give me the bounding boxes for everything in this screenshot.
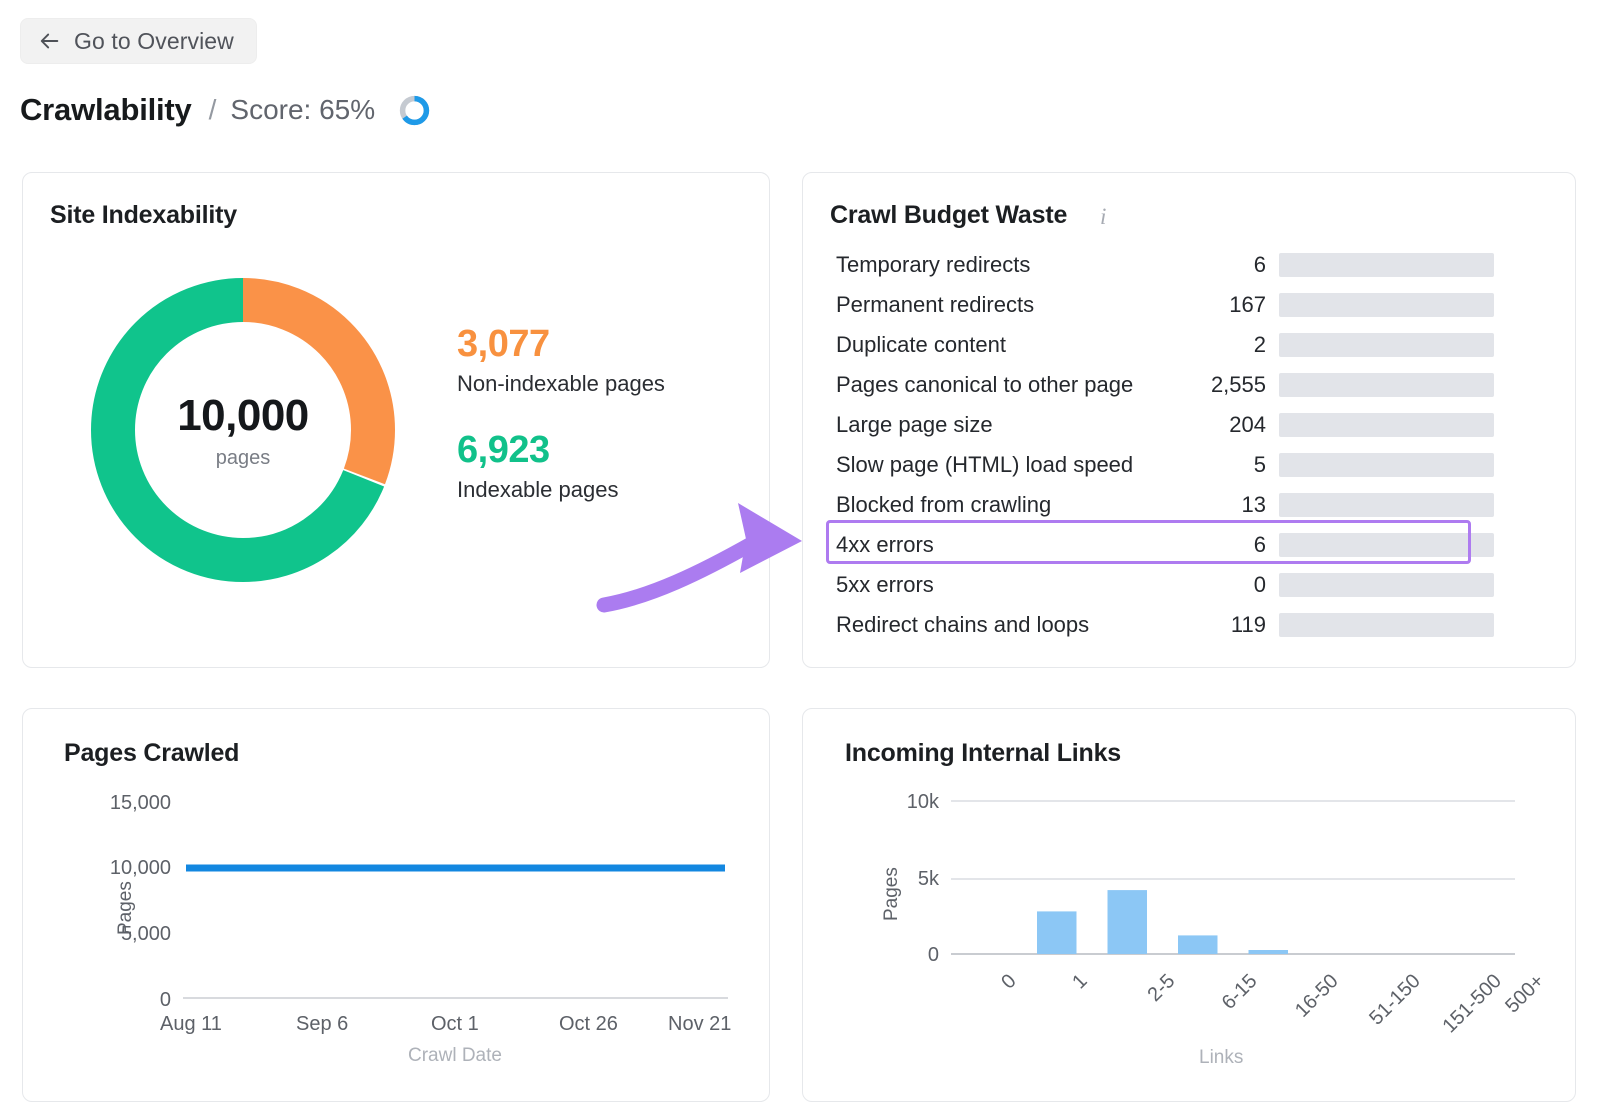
waste-row-name: Large page size (836, 412, 993, 437)
waste-row-bar-track (1279, 493, 1494, 517)
ytick-0: 0 (927, 944, 939, 966)
waste-row-value: 167 (1229, 292, 1266, 317)
waste-row-name: 5xx errors (836, 572, 934, 597)
waste-row-name: Temporary redirects (836, 252, 1031, 277)
crawl-budget-waste-card: Crawl Budget Waste i Temporary redirects… (802, 172, 1576, 668)
waste-row-value: 6 (1253, 532, 1266, 557)
crawl-budget-waste-title: Crawl Budget Waste (830, 201, 1068, 229)
non-indexable-label: Non-indexable pages (457, 370, 665, 396)
links-xlabel: Links (1199, 1047, 1244, 1068)
xtick-aug-11: Aug 11 (160, 1013, 222, 1035)
ytick-5000: 5,000 (120, 923, 171, 945)
waste-row-name: Slow page (HTML) load speed (836, 452, 1134, 477)
waste-row-value: 204 (1229, 412, 1266, 437)
arrow-left-icon (39, 30, 61, 52)
waste-row-bar-track (1279, 293, 1494, 317)
non-indexable-value: 3,077 (457, 323, 550, 365)
waste-row[interactable]: Duplicate content 2 (836, 325, 1546, 365)
waste-row[interactable]: Pages canonical to other page 2,555 (836, 365, 1546, 405)
indexability-legend: 3,077 Non-indexable pages 6,923 Indexabl… (457, 323, 665, 503)
waste-row[interactable]: Slow page (HTML) load speed 5 (836, 445, 1546, 485)
waste-row-bar-track (1279, 533, 1494, 557)
waste-row-value: 2 (1253, 332, 1266, 357)
waste-row-value: 13 (1241, 492, 1266, 517)
crawl-budget-waste-list: Temporary redirects 6 Permanent redirects 1… (836, 245, 1546, 645)
indexable-value: 6,923 (457, 428, 550, 471)
waste-row-bar-track (1279, 413, 1494, 437)
ytick-10k: 10k (906, 791, 939, 813)
waste-row-value: 0 (1253, 572, 1266, 597)
pages-crawled-xlabel: Crawl Date (408, 1045, 502, 1066)
waste-row[interactable]: Redirect chains and loops 119 (836, 605, 1546, 645)
score-ring-icon (398, 94, 431, 127)
xtick-nov-21: Nov 21 (668, 1013, 732, 1035)
waste-row-bar-track (1279, 613, 1494, 637)
crawlability-page: Go to Overview Crawlability / Score: 65%… (0, 0, 1600, 1102)
page-title: Crawlability (20, 92, 192, 127)
xtick-oct-1: Oct 1 (431, 1013, 479, 1035)
title-separator: / (208, 94, 217, 125)
indexability-donut-chart[interactable]: 10,000 pages (78, 265, 408, 595)
go-to-overview-label: Go to Overview (74, 27, 234, 54)
links-bar[interactable] (1037, 911, 1077, 954)
incoming-internal-links-card: Incoming Internal Links Pages 10k 5k 0 0… (802, 708, 1576, 1102)
score-text: Score: 65% (230, 94, 376, 125)
waste-row[interactable]: Blocked from crawling 13 (836, 485, 1546, 525)
pages-crawled-plot[interactable]: Pages 15,000 10,000 5,000 0 Aug 11 Sep 6… (23, 709, 771, 1102)
donut-svg (91, 278, 395, 582)
links-bar[interactable] (1248, 950, 1289, 954)
waste-row-name: Blocked from crawling (836, 492, 1052, 517)
waste-row-value: 2,555 (1210, 372, 1266, 397)
waste-row-value: 6 (1253, 252, 1266, 277)
waste-row-bar-track (1279, 253, 1494, 277)
legend-item-non-indexable: 3,077 Non-indexable pages (457, 323, 665, 397)
links-bar[interactable] (1107, 890, 1148, 954)
info-icon[interactable]: i (1100, 205, 1106, 228)
waste-row-bar-track (1279, 373, 1494, 397)
go-to-overview-button[interactable]: Go to Overview (20, 18, 257, 64)
links-bar[interactable] (1178, 935, 1218, 954)
waste-row-name: 4xx errors (836, 532, 934, 557)
page-title-row: Crawlability / Score: 65% (20, 92, 431, 128)
waste-row-name: Permanent redirects (836, 292, 1035, 317)
ytick-0: 0 (159, 989, 171, 1011)
waste-row-bar-track (1279, 573, 1494, 597)
waste-row-bar-track (1279, 453, 1494, 477)
waste-row-name: Redirect chains and loops (836, 612, 1090, 637)
legend-item-indexable: 6,923 Indexable pages (457, 428, 665, 503)
xtick-oct-26: Oct 26 (559, 1013, 618, 1035)
waste-row-bar-track (1279, 333, 1494, 357)
waste-row[interactable]: Large page size 204 (836, 405, 1546, 445)
pages-crawled-card: Pages Crawled Pages 15,000 10,000 5,000 … (22, 708, 770, 1102)
waste-row[interactable]: Permanent redirects 167 (836, 285, 1546, 325)
ytick-5k: 5k (917, 868, 939, 890)
xtick-sep-6: Sep 6 (296, 1013, 349, 1035)
site-indexability-card: Site Indexability 10,000 pages 3,077 Non… (22, 172, 770, 668)
ytick-10000: 10,000 (109, 857, 171, 879)
waste-row[interactable]: 4xx errors 6 (836, 525, 1546, 565)
waste-row-value: 5 (1253, 452, 1266, 477)
waste-row-name: Duplicate content (836, 332, 1006, 357)
waste-row-name: Pages canonical to other page (836, 372, 1134, 397)
waste-row[interactable]: 5xx errors 0 (836, 565, 1546, 605)
waste-row[interactable]: Temporary redirects 6 (836, 245, 1546, 285)
waste-row-value: 119 (1230, 612, 1266, 637)
incoming-internal-links-plot[interactable]: Pages 10k 5k 0 0 1 2-5 6-15 16-50 51-150 151-5… (803, 709, 1577, 1102)
ytick-15000: 15,000 (109, 792, 171, 814)
indexable-label: Indexable pages (457, 476, 619, 502)
site-indexability-title: Site Indexability (50, 201, 237, 229)
incoming-internal-links-svg (951, 800, 1515, 955)
